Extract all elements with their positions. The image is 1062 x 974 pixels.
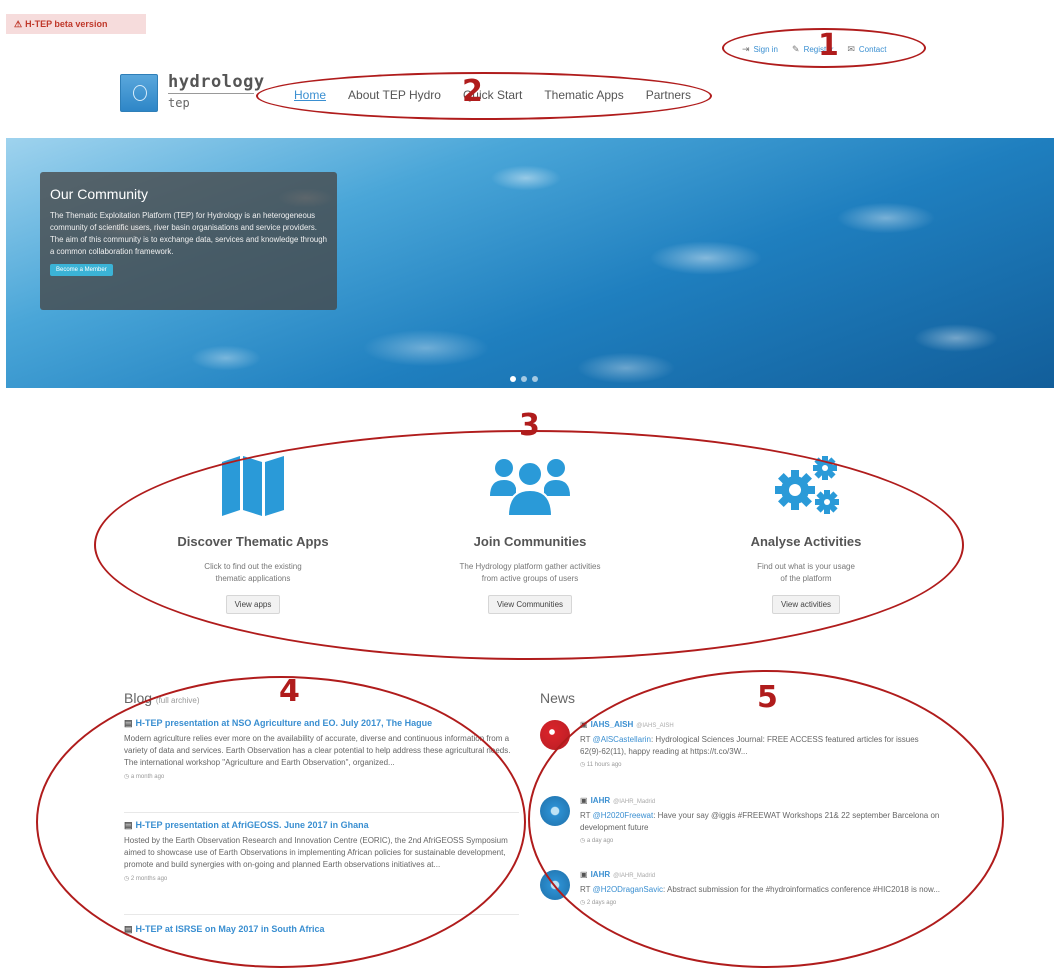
brand-sub: tep bbox=[168, 96, 190, 110]
brand-underline bbox=[168, 93, 254, 94]
annotation-ellipse-4 bbox=[36, 676, 526, 968]
beta-banner: ⚠ H-TEP beta version bbox=[6, 14, 146, 34]
hero-title: Our Community bbox=[50, 186, 149, 202]
warning-icon: ⚠ bbox=[14, 19, 23, 29]
hero-banner: Our Community The Thematic Exploitation … bbox=[6, 138, 1054, 388]
become-member-button[interactable]: Become a Member bbox=[50, 264, 113, 276]
annotation-number-4: 4 bbox=[279, 674, 300, 709]
beta-banner-text: H-TEP beta version bbox=[25, 19, 108, 29]
hero-card: Our Community The Thematic Exploitation … bbox=[40, 172, 337, 310]
carousel-dot[interactable] bbox=[521, 376, 527, 382]
logo-icon[interactable] bbox=[120, 74, 158, 112]
annotation-number-1: 1 bbox=[818, 28, 839, 63]
carousel-dot[interactable] bbox=[510, 376, 516, 382]
news-heading: News bbox=[540, 690, 576, 706]
annotation-ellipse-3 bbox=[94, 430, 964, 660]
annotation-number-2: 2 bbox=[462, 74, 483, 109]
carousel-dot[interactable] bbox=[532, 376, 538, 382]
annotation-number-3: 3 bbox=[519, 408, 540, 443]
brand-name: hydrology bbox=[168, 72, 265, 92]
hero-text: The Thematic Exploitation Platform (TEP)… bbox=[50, 211, 327, 256]
carousel-dots bbox=[510, 376, 538, 382]
annotation-number-5: 5 bbox=[757, 680, 778, 715]
annotation-ellipse-2 bbox=[256, 72, 712, 120]
